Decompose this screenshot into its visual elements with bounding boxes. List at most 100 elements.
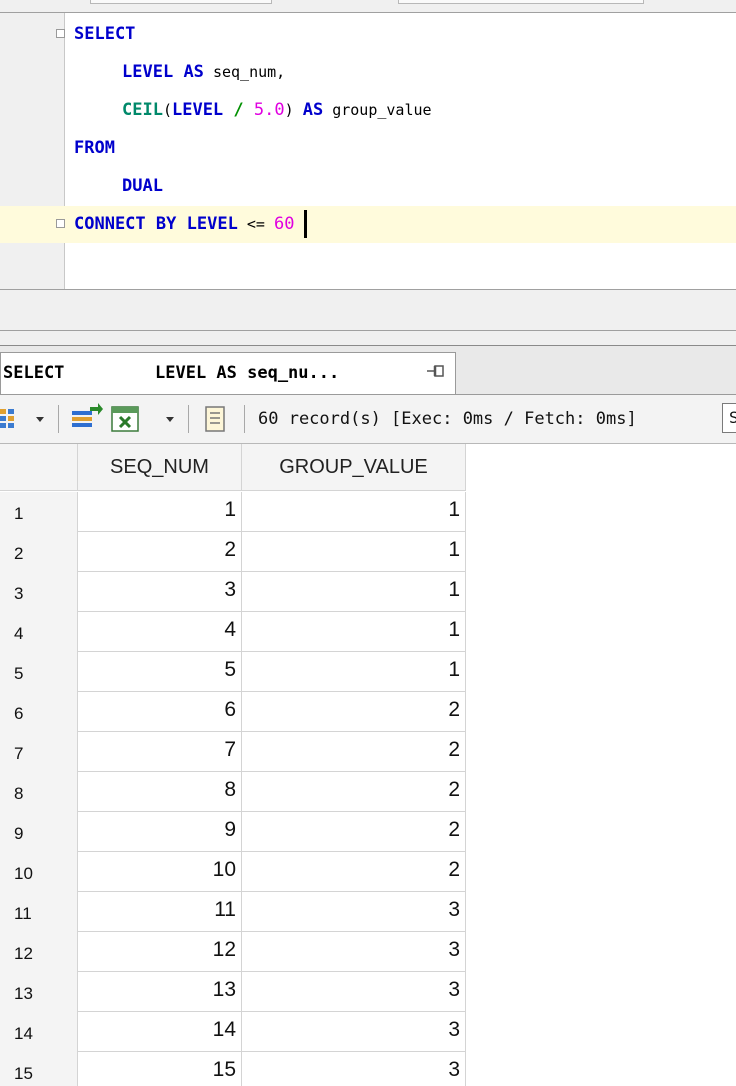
code-token: )	[284, 101, 303, 119]
cell-seq-num[interactable]: 4	[78, 612, 242, 652]
dropdown-arrow-icon[interactable]	[32, 395, 48, 443]
code-line[interactable]: FROM	[0, 130, 736, 167]
table-row[interactable]: 882	[0, 772, 466, 812]
row-number[interactable]: 12	[0, 932, 78, 972]
cell-group-value[interactable]: 3	[242, 892, 466, 932]
row-number[interactable]: 7	[0, 732, 78, 772]
code-line-text: CEIL(LEVEL / 5.0) AS group_value	[122, 92, 432, 129]
row-number-header[interactable]	[0, 444, 78, 491]
cell-group-value[interactable]: 1	[242, 492, 466, 532]
dropdown-arrow-icon-2[interactable]	[162, 395, 178, 443]
toolbar-overflow-button[interactable]: S	[722, 403, 736, 433]
cell-group-value[interactable]: 3	[242, 1052, 466, 1086]
fold-toggle-icon[interactable]	[56, 219, 65, 228]
table-row[interactable]: 662	[0, 692, 466, 732]
table-row[interactable]: 11 11 3	[0, 892, 466, 932]
cell-group-value[interactable]: 2	[242, 812, 466, 852]
cell-seq-num[interactable]: 12	[78, 932, 242, 972]
cell-group-value[interactable]: 3	[242, 932, 466, 972]
cell-group-value[interactable]: 1	[242, 612, 466, 652]
table-row[interactable]: 221	[0, 532, 466, 572]
table-row[interactable]: 14 14 3	[0, 1012, 466, 1052]
row-number[interactable]: 11	[0, 892, 78, 932]
cell-seq-num[interactable]: 7	[78, 732, 242, 772]
editor-bottom-panel	[0, 290, 736, 331]
row-number[interactable]: 13	[0, 972, 78, 1012]
cell-seq-num[interactable]: 6	[78, 692, 242, 732]
table-row[interactable]: 772	[0, 732, 466, 772]
cell-seq-num[interactable]: 9	[78, 812, 242, 852]
code-token: AS	[183, 62, 204, 82]
code-token: (	[162, 101, 172, 119]
cell-group-value[interactable]: 1	[242, 532, 466, 572]
table-row[interactable]: 13 13 3	[0, 972, 466, 1012]
cell-seq-num[interactable]: 1	[78, 492, 242, 532]
result-tab[interactable]: SELECT LEVEL AS seq_nu...	[0, 352, 456, 394]
table-row[interactable]: 992	[0, 812, 466, 852]
code-line[interactable]: CEIL(LEVEL / 5.0) AS group_value	[0, 92, 736, 129]
cell-group-value[interactable]: 3	[242, 1012, 466, 1052]
cell-seq-num[interactable]: 13	[78, 972, 242, 1012]
cell-group-value[interactable]: 2	[242, 852, 466, 892]
cell-group-value[interactable]: 2	[242, 732, 466, 772]
code-line-text: LEVEL AS seq_num,	[122, 54, 285, 91]
excel-icon[interactable]	[108, 395, 144, 443]
code-token: LEVEL	[186, 214, 238, 234]
table-row[interactable]: 15 15 3	[0, 1052, 466, 1086]
column-header-group-value[interactable]: GROUP_VALUE	[242, 444, 466, 491]
result-tab-bar: SELECT LEVEL AS seq_nu...	[0, 346, 736, 395]
cell-seq-num[interactable]: 14	[78, 1012, 242, 1052]
code-line[interactable]: LEVEL AS seq_num,	[0, 54, 736, 91]
pin-icon[interactable]	[425, 363, 447, 381]
table-row[interactable]: 12 12 3	[0, 932, 466, 972]
row-number[interactable]: 9	[0, 812, 78, 852]
fold-toggle-icon[interactable]	[56, 29, 65, 38]
code-token: group_value	[323, 101, 432, 119]
column-header-seq-num[interactable]: SEQ_NUM	[78, 444, 242, 491]
table-row[interactable]: 111	[0, 492, 466, 532]
cell-group-value[interactable]: 2	[242, 692, 466, 732]
cell-group-value[interactable]: 1	[242, 652, 466, 692]
row-number[interactable]: 3	[0, 572, 78, 612]
cell-seq-num[interactable]: 10	[78, 852, 242, 892]
cell-seq-num[interactable]: 11	[78, 892, 242, 932]
row-number[interactable]: 8	[0, 772, 78, 812]
row-number[interactable]: 4	[0, 612, 78, 652]
table-row[interactable]: 10 10 2	[0, 852, 466, 892]
row-number[interactable]: 15	[0, 1052, 78, 1086]
sql-editor[interactable]: SELECT LEVEL AS seq_num, CEIL(LEVEL / 5.0)…	[0, 13, 736, 290]
row-number[interactable]: 2	[0, 532, 78, 572]
row-number[interactable]: 10	[0, 852, 78, 892]
table-row[interactable]: 551	[0, 652, 466, 692]
toolbar-separator-3	[244, 405, 245, 433]
panel-splitter[interactable]	[0, 331, 736, 346]
code-line[interactable]: DUAL	[0, 168, 736, 205]
code-line[interactable]: CONNECT BY LEVEL <= 60	[0, 206, 736, 243]
table-row[interactable]: 441	[0, 612, 466, 652]
cell-group-value[interactable]: 1	[242, 572, 466, 612]
row-number[interactable]: 6	[0, 692, 78, 732]
row-number[interactable]: 14	[0, 1012, 78, 1052]
cell-seq-num[interactable]: 8	[78, 772, 242, 812]
script-icon[interactable]	[200, 395, 232, 443]
result-grid[interactable]: SEQ_NUM GROUP_VALUE 11122133144155166277…	[0, 444, 736, 1086]
grid-options-icon[interactable]	[0, 395, 22, 443]
row-number[interactable]: 5	[0, 652, 78, 692]
code-line[interactable]: SELECT	[0, 16, 736, 53]
code-token: BY	[155, 214, 177, 234]
cell-group-value[interactable]: 2	[242, 772, 466, 812]
editor-tab-2[interactable]	[398, 0, 644, 4]
export-icon[interactable]	[70, 395, 104, 443]
code-token: /	[233, 100, 244, 120]
editor-tab-1[interactable]	[90, 0, 272, 4]
cell-group-value[interactable]: 3	[242, 972, 466, 1012]
cell-seq-num[interactable]: 15	[78, 1052, 242, 1086]
cell-seq-num[interactable]: 5	[78, 652, 242, 692]
cell-seq-num[interactable]: 3	[78, 572, 242, 612]
row-number[interactable]: 1	[0, 492, 78, 532]
table-row[interactable]: 331	[0, 572, 466, 612]
cell-seq-num[interactable]: 2	[78, 532, 242, 572]
